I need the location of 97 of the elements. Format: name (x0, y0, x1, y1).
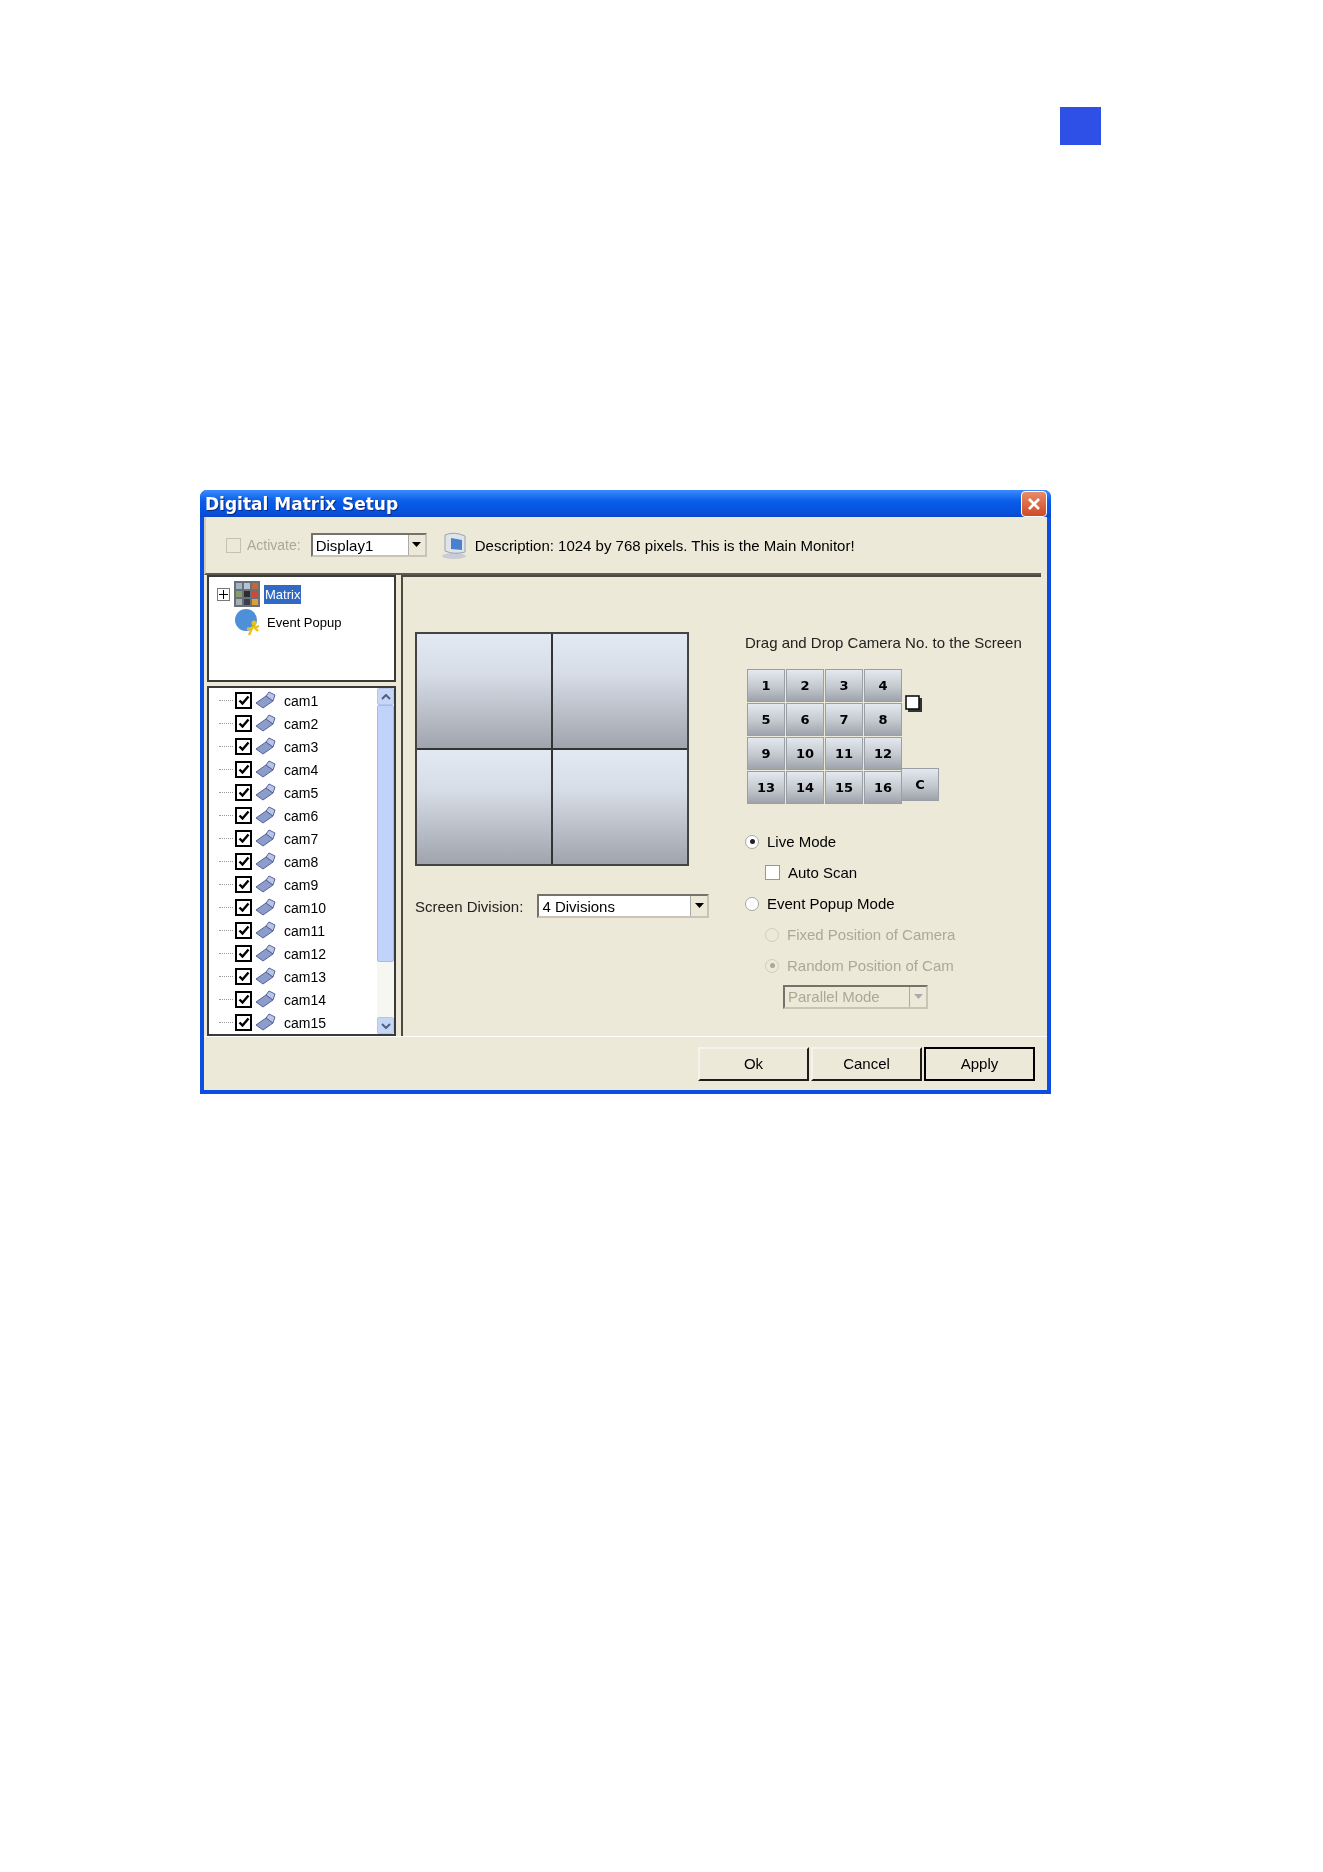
mode-label: Live Mode (767, 833, 837, 850)
camera-checkbox[interactable] (235, 738, 252, 755)
tree-item[interactable]: Matrix (264, 584, 302, 604)
window-title: Digital Matrix Setup (205, 493, 399, 514)
camera-number-button[interactable]: 5 (747, 703, 785, 736)
camera-checkbox[interactable] (235, 945, 252, 962)
camera-number-button[interactable]: 15 (825, 771, 863, 804)
camera-number-button[interactable]: 3 (825, 669, 863, 702)
alert-person-icon (234, 608, 262, 636)
mode-radio[interactable] (745, 834, 759, 849)
camera-label[interactable]: cam14 (284, 991, 327, 1008)
activate-label: Activate: (247, 537, 301, 553)
dialog-button[interactable]: Cancel (811, 1046, 922, 1081)
camera-label[interactable]: cam15 (284, 1014, 327, 1031)
camera-number-button[interactable]: 2 (786, 669, 824, 702)
camera-checkbox[interactable] (235, 922, 252, 939)
dialog-button[interactable]: Ok (698, 1046, 809, 1081)
scroll-up-button[interactable] (377, 688, 394, 705)
dialog-button[interactable]: Apply (924, 1046, 1035, 1081)
scroll-down-button[interactable] (377, 1017, 394, 1034)
tree-item[interactable]: Event Popup (266, 612, 343, 632)
camera-label[interactable]: cam6 (284, 807, 319, 824)
camera-checkbox[interactable] (235, 853, 252, 870)
camera-checkbox[interactable] (235, 991, 252, 1008)
camera-icon (254, 897, 276, 918)
camera-checkbox[interactable] (235, 715, 252, 732)
expand-toggle[interactable] (217, 587, 230, 601)
camera-number-button[interactable]: 8 (864, 703, 902, 736)
camera-icon (254, 805, 276, 826)
camera-icon (254, 690, 276, 711)
caret-icon (412, 542, 422, 548)
camera-icon (254, 920, 276, 941)
camera-checkbox[interactable] (235, 830, 252, 847)
auto-scan-checkbox[interactable] (765, 865, 780, 880)
drag-hint: Drag and Drop Camera No. to the Screen (745, 634, 1023, 651)
camera-number-button[interactable]: 9 (747, 737, 785, 770)
camera-number-button[interactable]: 16 (864, 771, 902, 804)
camera-checkbox[interactable] (235, 1014, 252, 1031)
camera-label[interactable]: cam11 (284, 922, 325, 939)
camera-checkbox[interactable] (235, 784, 252, 801)
camera-number-button[interactable]: 12 (864, 737, 902, 770)
camera-label[interactable]: cam13 (284, 968, 327, 985)
caret-icon (913, 993, 923, 1000)
camera-number-button[interactable]: 6 (786, 703, 824, 736)
camera-label[interactable]: cam10 (284, 899, 327, 916)
camera-label[interactable]: cam12 (284, 945, 327, 962)
camera-number-button[interactable]: 10 (786, 737, 824, 770)
camera-icon (254, 1012, 276, 1033)
camera-label[interactable]: cam9 (284, 876, 319, 893)
square-icon[interactable] (905, 695, 923, 713)
scroll-thumb[interactable] (377, 705, 394, 962)
camera-checkbox[interactable] (235, 692, 252, 709)
camera-checkbox[interactable] (235, 968, 252, 985)
clear-button[interactable]: C (901, 768, 939, 801)
camera-label[interactable]: cam1 (284, 692, 319, 709)
camera-icon (254, 874, 276, 895)
close-button[interactable] (1021, 490, 1047, 517)
camera-number-button[interactable]: 11 (825, 737, 863, 770)
camera-number-button[interactable]: 14 (786, 771, 824, 804)
camera-number-button[interactable]: 7 (825, 703, 863, 736)
caret-icon (694, 903, 704, 909)
position-label: Fixed Position of Camera (787, 926, 956, 943)
camera-icon (254, 966, 276, 987)
camera-icon (254, 713, 276, 734)
camera-number-button[interactable]: 1 (747, 669, 785, 702)
caret-up-icon (380, 693, 391, 700)
camera-icon (254, 782, 276, 803)
caret-down-icon (380, 1022, 391, 1029)
camera-label[interactable]: cam8 (284, 853, 319, 870)
mode-label: Event Popup Mode (767, 895, 895, 912)
camera-icon (254, 736, 276, 757)
camera-label[interactable]: cam7 (284, 830, 319, 847)
camera-grid-icon (234, 581, 260, 607)
camera-icon (254, 943, 276, 964)
camera-checkbox[interactable] (235, 761, 252, 778)
camera-checkbox[interactable] (235, 899, 252, 916)
position-label: Random Position of Cam (787, 957, 954, 974)
camera-checkbox[interactable] (235, 876, 252, 893)
camera-label[interactable]: cam4 (284, 761, 319, 778)
screen-division-dropdown[interactable]: 4 Divisions (537, 894, 710, 918)
description-text: Description: 1024 by 768 pixels. This is the Main Monitor! (474, 536, 855, 554)
camera-icon (254, 828, 276, 849)
camera-icon (254, 851, 276, 872)
screen-division-label: Screen Division: (415, 897, 524, 915)
camera-checkbox[interactable] (235, 807, 252, 824)
chapter-marker (1060, 107, 1101, 145)
camera-label[interactable]: cam5 (284, 784, 319, 801)
display-dropdown[interactable]: Display1 (310, 533, 427, 557)
camera-label[interactable]: cam3 (284, 738, 319, 755)
mode-radio[interactable] (745, 896, 759, 911)
camera-number-button[interactable]: 13 (747, 771, 785, 804)
camera-icon (254, 989, 276, 1010)
camera-number-button[interactable]: 4 (864, 669, 902, 702)
camera-label[interactable]: cam2 (284, 715, 319, 732)
close-icon (1026, 495, 1042, 512)
auto-scan-label: Auto Scan (788, 864, 858, 881)
camera-icon (254, 759, 276, 780)
